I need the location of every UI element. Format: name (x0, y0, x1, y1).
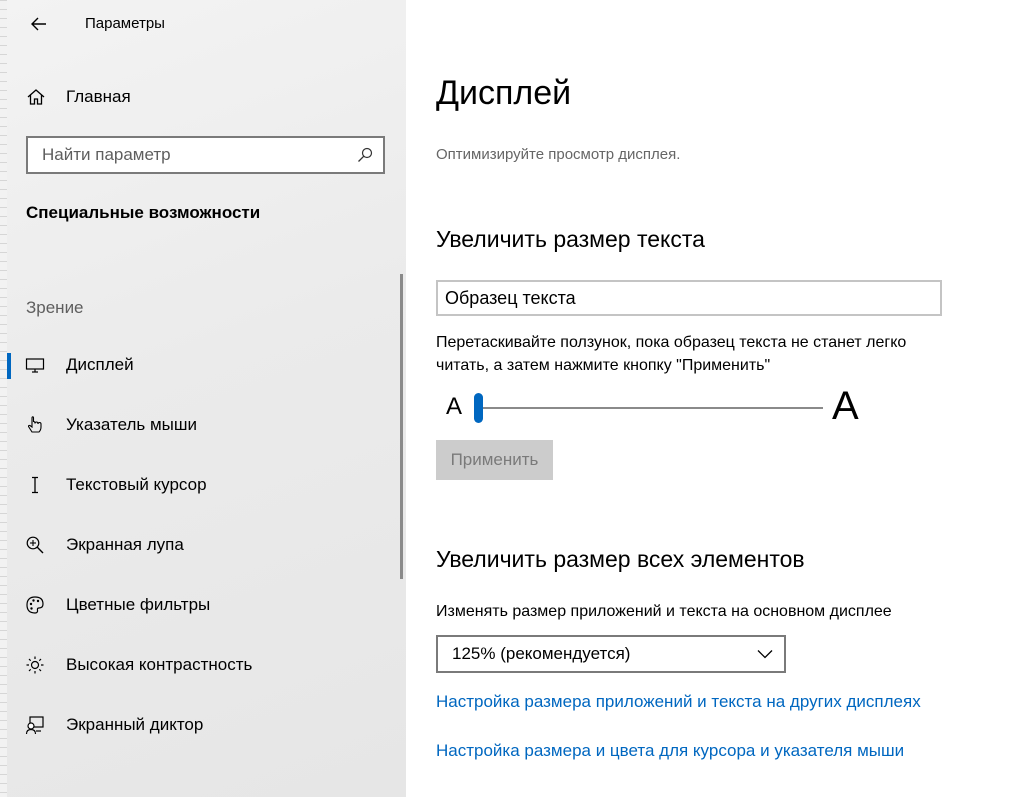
sidebar-item-label: Указатель мыши (66, 415, 198, 434)
sidebar-item-label: Экранный диктор (66, 715, 204, 734)
sample-text-box: Образец текста (436, 280, 942, 316)
search-input[interactable] (28, 138, 362, 172)
sidebar-item-text-cursor[interactable]: Текстовый курсор (7, 463, 400, 507)
sidebar-item-label: Высокая контрастность (66, 655, 253, 674)
sidebar-item-high-contrast[interactable]: Высокая контрастность (7, 643, 400, 687)
sidebar-item-label: Дисплей (66, 355, 134, 374)
search-icon (358, 147, 373, 162)
main-content: Дисплей Оптимизируйте просмотр дисплея. … (406, 0, 1016, 797)
text-size-slider-track[interactable] (481, 407, 823, 409)
search-box[interactable] (26, 136, 385, 174)
chevron-down-icon (757, 650, 773, 659)
apply-button[interactable]: Применить (436, 440, 553, 480)
scale-dropdown-value: 125% (рекомендуется) (452, 644, 631, 663)
display-icon (25, 358, 45, 373)
sidebar-item-label: Экранная лупа (66, 535, 184, 554)
sidebar-item-magnifier[interactable]: Экранная лупа (7, 523, 400, 567)
sidebar-item-label: Текстовый курсор (66, 475, 207, 494)
home-label: Главная (66, 87, 131, 106)
sidebar-item-label: Цветные фильтры (66, 595, 211, 614)
text-size-description: Перетаскивайте ползунок, пока образец те… (436, 334, 907, 374)
text-size-heading: Увеличить размер текста (436, 226, 705, 252)
app-title: Параметры (85, 15, 165, 32)
back-arrow-icon (31, 17, 46, 31)
section-title: Специальные возможности (26, 203, 261, 222)
sidebar-item-display[interactable]: Дисплей (7, 343, 400, 387)
scale-dropdown[interactable]: 125% (рекомендуется) (436, 635, 786, 673)
text-size-slider-thumb[interactable] (474, 393, 483, 423)
palette-icon (26, 596, 44, 614)
group-label-vision: Зрение (26, 298, 84, 317)
brightness-icon (26, 656, 44, 674)
sidebar-item-narrator[interactable]: Экранный диктор (7, 703, 400, 747)
cursor-settings-link[interactable]: Настройка размера и цвета для курсора и … (436, 741, 904, 761)
background-window-edge (0, 0, 7, 797)
sidebar-home[interactable]: Главная (26, 84, 131, 110)
home-icon (27, 89, 45, 105)
sidebar: Параметры Главная Специальные возможност… (7, 0, 406, 797)
mouse-pointer-icon (27, 416, 42, 433)
page-title: Дисплей (436, 74, 572, 112)
scale-heading: Увеличить размер всех элементов (436, 546, 805, 572)
magnifier-icon (26, 536, 44, 554)
sidebar-item-mouse-pointer[interactable]: Указатель мыши (7, 403, 400, 447)
back-button[interactable] (24, 10, 54, 38)
other-displays-link[interactable]: Настройка размера приложений и текста на… (436, 692, 921, 712)
sidebar-scrollbar[interactable] (400, 274, 403, 579)
page-subtitle: Оптимизируйте просмотр дисплея. (436, 146, 681, 163)
narrator-icon (25, 716, 44, 735)
slider-min-label: A (446, 393, 463, 420)
scale-label: Изменять размер приложений и текста на о… (436, 603, 892, 620)
text-cursor-icon (32, 476, 38, 494)
slider-max-label: A (832, 384, 859, 428)
sidebar-item-color-filters[interactable]: Цветные фильтры (7, 583, 400, 627)
